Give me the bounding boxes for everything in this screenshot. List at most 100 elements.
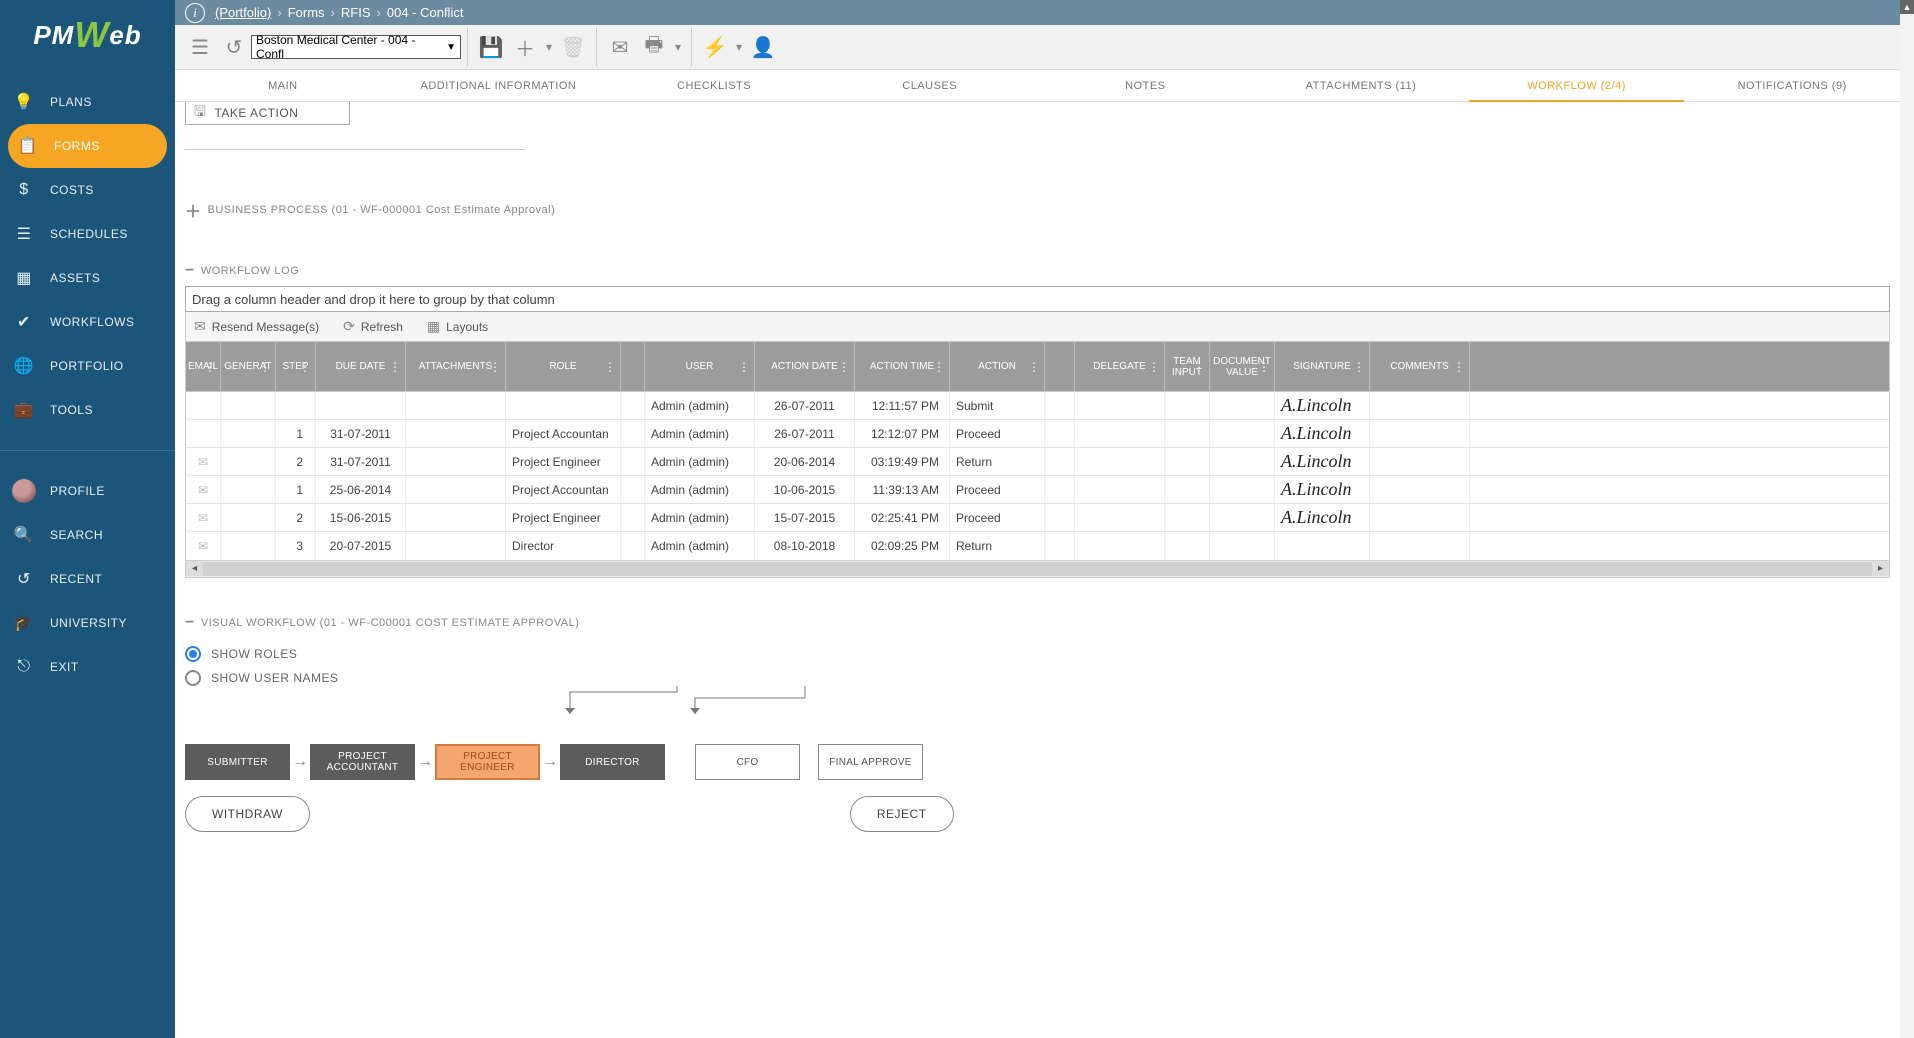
resend-messages-button[interactable]: ✉Resend Message(s) <box>194 318 319 335</box>
tab-attachments-11-[interactable]: ATTACHMENTS (11) <box>1253 70 1469 102</box>
table-row[interactable]: Admin (admin)26-07-201112:11:57 PMSubmit… <box>186 392 1889 420</box>
reject-button[interactable]: REJECT <box>850 796 954 832</box>
grid-hscroll[interactable]: ◂ ▸ <box>185 561 1890 578</box>
col-action-time[interactable]: ACTION TIME⋮ <box>855 342 950 391</box>
col-email[interactable]: EMAIL⋮ <box>186 342 221 391</box>
schedules-icon: ☰ <box>12 222 36 246</box>
table-row[interactable]: ✉215-06-2015Project EngineerAdmin (admin… <box>186 504 1889 532</box>
group-by-bar[interactable]: Drag a column header and drop it here to… <box>185 286 1890 312</box>
take-action-button[interactable]: 🖫 TAKE ACTION <box>185 102 350 125</box>
sidebar-item-profile[interactable]: PROFILE <box>0 469 175 513</box>
bolt-dropdown-icon[interactable]: ▾ <box>732 30 746 64</box>
col-due-date[interactable]: DUE DATE⋮ <box>316 342 406 391</box>
tab-notes[interactable]: NOTES <box>1038 70 1254 102</box>
sidebar-item-plans[interactable]: 💡PLANS <box>0 80 175 124</box>
sidebar: PMWeb 💡PLANS📋FORMS$COSTS☰SCHEDULES▦ASSET… <box>0 0 175 1038</box>
nav-secondary: PROFILE🔍SEARCH↺RECENT🎓UNIVERSITY⎋EXIT <box>0 459 175 699</box>
breadcrumb-rfis[interactable]: RFIS <box>341 5 371 20</box>
table-row[interactable]: ✉320-07-2015DirectorAdmin (admin)08-10-2… <box>186 532 1889 560</box>
university-icon: 🎓 <box>12 611 36 635</box>
col-doc-value[interactable]: DOCUMENT VALUE⋮ <box>1210 342 1275 391</box>
email-icon[interactable]: ✉ <box>603 30 637 64</box>
col-generated[interactable]: GENERAT⋮ <box>221 342 276 391</box>
print-icon[interactable]: 🖶 <box>637 30 671 64</box>
info-icon[interactable]: i <box>185 3 205 23</box>
page-scrollbar[interactable] <box>1900 0 1914 1038</box>
sidebar-item-university[interactable]: 🎓UNIVERSITY <box>0 601 175 645</box>
arrow-icon: → <box>415 753 435 771</box>
col-role[interactable]: ROLE⋮ <box>506 342 621 391</box>
save-icon[interactable]: 💾 <box>474 30 508 64</box>
tab-checklists[interactable]: CHECKLISTS <box>606 70 822 102</box>
grid-header: EMAIL⋮ GENERAT⋮ STEP⋮ DUE DATE⋮ ATTACHME… <box>185 342 1890 392</box>
print-dropdown-icon[interactable]: ▾ <box>671 30 685 64</box>
divider <box>185 149 525 150</box>
col-attachments[interactable]: ATTACHMENTS⋮ <box>406 342 506 391</box>
col-action[interactable]: ACTION⋮ <box>950 342 1045 391</box>
sidebar-item-recent[interactable]: ↺RECENT <box>0 557 175 601</box>
wf-final-approve[interactable]: FINAL APPROVE <box>818 744 923 780</box>
col-delegate[interactable]: DELEGATE⋮ <box>1075 342 1165 391</box>
tab-notifications-9-[interactable]: NOTIFICATIONS (9) <box>1684 70 1900 102</box>
history-icon[interactable]: ↺ <box>217 30 251 64</box>
nav-primary: 💡PLANS📋FORMS$COSTS☰SCHEDULES▦ASSETS✔WORK… <box>0 70 175 442</box>
breadcrumb-forms[interactable]: Forms <box>288 5 325 20</box>
add-dropdown-icon[interactable]: ▾ <box>542 30 556 64</box>
sidebar-item-schedules[interactable]: ☰SCHEDULES <box>0 212 175 256</box>
search-icon: 🔍 <box>12 523 36 547</box>
radio-show-roles[interactable]: SHOW ROLES <box>185 646 1890 662</box>
user-icon[interactable]: 👤 <box>746 30 780 64</box>
col-step[interactable]: STEP⋮ <box>276 342 316 391</box>
tab-main[interactable]: MAIN <box>175 70 391 102</box>
wf-project-engineer[interactable]: PROJECT ENGINEER <box>435 744 540 780</box>
wf-director[interactable]: DIRECTOR <box>560 744 665 780</box>
refresh-button[interactable]: ⟳Refresh <box>343 318 403 335</box>
withdraw-button[interactable]: WITHDRAW <box>185 796 310 832</box>
sidebar-item-exit[interactable]: ⎋EXIT <box>0 645 175 689</box>
breadcrumb-root[interactable]: (Portfolio) <box>215 5 271 20</box>
sidebar-item-tools[interactable]: 💼TOOLS <box>0 388 175 432</box>
portfolio-icon: 🌐 <box>12 354 36 378</box>
arrow-icon: → <box>540 753 560 771</box>
exit-icon: ⎋ <box>12 655 36 679</box>
scroll-up-icon[interactable]: ▲ <box>1900 0 1914 14</box>
scroll-left-icon[interactable]: ◂ <box>186 561 203 576</box>
add-icon[interactable]: ＋ <box>508 30 542 64</box>
layouts-button[interactable]: ▦Layouts <box>427 318 488 335</box>
visual-workflow-header[interactable]: −VISUAL WORKFLOW (01 - WF-C00001 COST ES… <box>185 614 1890 632</box>
tab-clauses[interactable]: CLAUSES <box>822 70 1038 102</box>
col-user[interactable]: USER⋮ <box>645 342 755 391</box>
plans-icon: 💡 <box>12 90 36 114</box>
list-icon[interactable]: ☰ <box>183 30 217 64</box>
sidebar-item-portfolio[interactable]: 🌐PORTFOLIO <box>0 344 175 388</box>
scroll-thumb[interactable] <box>203 562 1872 576</box>
tab-workflow-2-4-[interactable]: WORKFLOW (2/4) <box>1469 70 1685 102</box>
breadcrumb-record: 004 - Conflict <box>387 5 464 20</box>
radio-show-users[interactable]: SHOW USER NAMES <box>185 670 1890 686</box>
sidebar-item-workflows[interactable]: ✔WORKFLOWS <box>0 300 175 344</box>
content-area: 🖫 TAKE ACTION ＋BUSINESS PROCESS (01 - WF… <box>175 102 1900 1038</box>
workflow-diagram: SUBMITTER → PROJECT ACCOUNTANT → PROJECT… <box>185 744 1890 780</box>
sidebar-item-costs[interactable]: $COSTS <box>0 168 175 212</box>
sidebar-item-assets[interactable]: ▦ASSETS <box>0 256 175 300</box>
col-team-input[interactable]: TEAM INPUT⋮ <box>1165 342 1210 391</box>
col-comments[interactable]: COMMENTS⋮ <box>1370 342 1470 391</box>
col-action-date[interactable]: ACTION DATE⋮ <box>755 342 855 391</box>
business-process-header[interactable]: ＋BUSINESS PROCESS (01 - WF-000001 Cost E… <box>185 198 1890 222</box>
table-row[interactable]: ✉231-07-2011Project EngineerAdmin (admin… <box>186 448 1889 476</box>
project-selector[interactable]: Boston Medical Center - 004 - Confl▼ <box>251 35 461 59</box>
sidebar-item-search[interactable]: 🔍SEARCH <box>0 513 175 557</box>
bolt-icon[interactable]: ⚡ <box>698 30 732 64</box>
tab-additional-information[interactable]: ADDITIONAL INFORMATION <box>391 70 607 102</box>
sidebar-item-forms[interactable]: 📋FORMS <box>8 124 167 168</box>
wf-project-accountant[interactable]: PROJECT ACCOUNTANT <box>310 744 415 780</box>
breadcrumb-bar: i (Portfolio) › Forms › RFIS › 004 - Con… <box>175 0 1900 25</box>
table-row[interactable]: ✉125-06-2014Project AccountanAdmin (admi… <box>186 476 1889 504</box>
col-signature[interactable]: SIGNATURE⋮ <box>1275 342 1370 391</box>
wf-cfo[interactable]: CFO <box>695 744 800 780</box>
table-row[interactable]: 131-07-2011Project AccountanAdmin (admin… <box>186 420 1889 448</box>
workflow-log-header[interactable]: −WORKFLOW LOG <box>185 262 1890 280</box>
scroll-right-icon[interactable]: ▸ <box>1872 561 1889 576</box>
wf-submitter[interactable]: SUBMITTER <box>185 744 290 780</box>
delete-icon[interactable]: 🗑 <box>556 30 590 64</box>
